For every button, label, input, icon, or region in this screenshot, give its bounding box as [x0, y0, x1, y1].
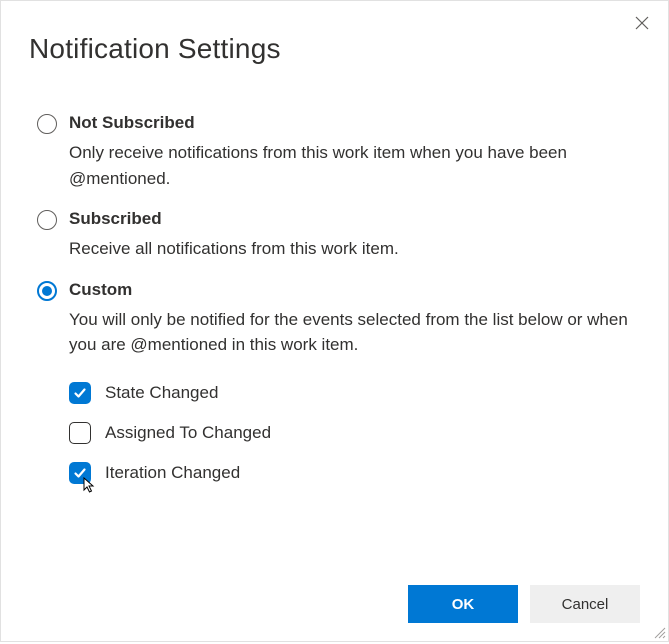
close-button[interactable]	[626, 9, 658, 41]
checkbox-unchecked-icon	[69, 422, 91, 444]
option-custom[interactable]: Custom	[37, 280, 632, 301]
radio-icon	[37, 114, 57, 134]
event-state-changed[interactable]: State Changed	[69, 382, 632, 404]
option-not-subscribed[interactable]: Not Subscribed	[37, 113, 632, 134]
event-label: Assigned To Changed	[105, 423, 271, 443]
dialog-title: Notification Settings	[29, 33, 668, 65]
option-custom-desc: You will only be notified for the events…	[69, 307, 632, 358]
option-label: Not Subscribed	[69, 113, 195, 133]
event-label: Iteration Changed	[105, 463, 240, 483]
dialog-footer: OK Cancel	[408, 585, 640, 623]
option-label: Subscribed	[69, 209, 162, 229]
close-icon	[635, 16, 649, 35]
custom-events-list: State Changed Assigned To Changed Iterat…	[69, 382, 632, 484]
event-iteration-changed[interactable]: Iteration Changed	[69, 462, 632, 484]
cancel-button[interactable]: Cancel	[530, 585, 640, 623]
option-subscribed[interactable]: Subscribed	[37, 209, 632, 230]
checkbox-checked-icon	[69, 382, 91, 404]
option-label: Custom	[69, 280, 132, 300]
radio-icon	[37, 210, 57, 230]
ok-button[interactable]: OK	[408, 585, 518, 623]
radio-icon	[37, 281, 57, 301]
option-subscribed-desc: Receive all notifications from this work…	[69, 236, 632, 262]
option-not-subscribed-desc: Only receive notifications from this wor…	[69, 140, 632, 191]
checkbox-checked-icon	[69, 462, 91, 484]
resize-grip-icon[interactable]	[652, 625, 666, 639]
notification-options: Not Subscribed Only receive notification…	[37, 113, 632, 484]
event-assigned-to-changed[interactable]: Assigned To Changed	[69, 422, 632, 444]
event-label: State Changed	[105, 383, 218, 403]
